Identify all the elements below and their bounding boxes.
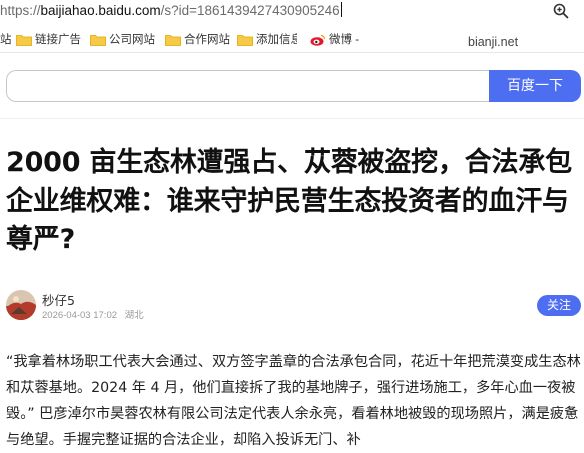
text-caret <box>340 2 342 17</box>
publish-date: 2026-04-03 17:02 <box>42 310 118 321</box>
bookmark-label: 微博 - <box>329 34 360 46</box>
bookmark-label: 公司网站 <box>109 34 155 46</box>
search-button[interactable]: 百度一下 <box>489 70 581 102</box>
article-paragraph: “我拿着林场职工代表大会通过、双方签字盖章的合法承包合同，花近十年把荒漠变成生态… <box>6 354 581 448</box>
address-bar[interactable]: https://baijiahao.baidu.com/s?id=1861439… <box>0 0 584 22</box>
url-field[interactable]: https://baijiahao.baidu.com/s?id=1861439… <box>0 1 342 20</box>
avatar[interactable] <box>6 290 36 320</box>
article-meta: 2026-04-03 17:02 湖北 <box>42 307 144 321</box>
search-input[interactable] <box>6 70 492 102</box>
folder-icon <box>16 35 32 46</box>
bookmark-label: 站 <box>0 34 12 46</box>
folder-icon <box>237 35 253 46</box>
publish-location: 湖北 <box>124 310 144 321</box>
bookmark-bianji[interactable]: bianji.net <box>468 35 518 49</box>
url-host: baijiahao.baidu.com <box>40 3 161 18</box>
url-path: /s?id=1861439427430905246 <box>160 3 340 18</box>
url-scheme: https:// <box>0 3 41 18</box>
follow-button[interactable]: 关注 <box>537 295 581 316</box>
magnifier-icon[interactable] <box>553 3 569 19</box>
bookmark-label: 添加信息 <box>256 34 297 46</box>
bookmark-item[interactable]: 站 <box>0 32 12 48</box>
bookmark-label: 合作网站 <box>184 34 230 46</box>
folder-icon <box>165 35 181 46</box>
article-title: 2000 亩生态林遭强占、苁蓉被盗挖，合法承包企业维权难：谁来守护民营生态投资者… <box>6 147 572 255</box>
folder-icon <box>90 35 106 46</box>
header-divider <box>0 118 584 119</box>
weibo-icon <box>310 34 326 46</box>
article-body: “我拿着林场职工代表大会通过、双方签字盖章的合法承包合同，花近十年把荒漠变成生态… <box>6 349 583 453</box>
avatar-image <box>6 290 36 320</box>
bookmark-label: 链接广告 <box>35 34 81 46</box>
